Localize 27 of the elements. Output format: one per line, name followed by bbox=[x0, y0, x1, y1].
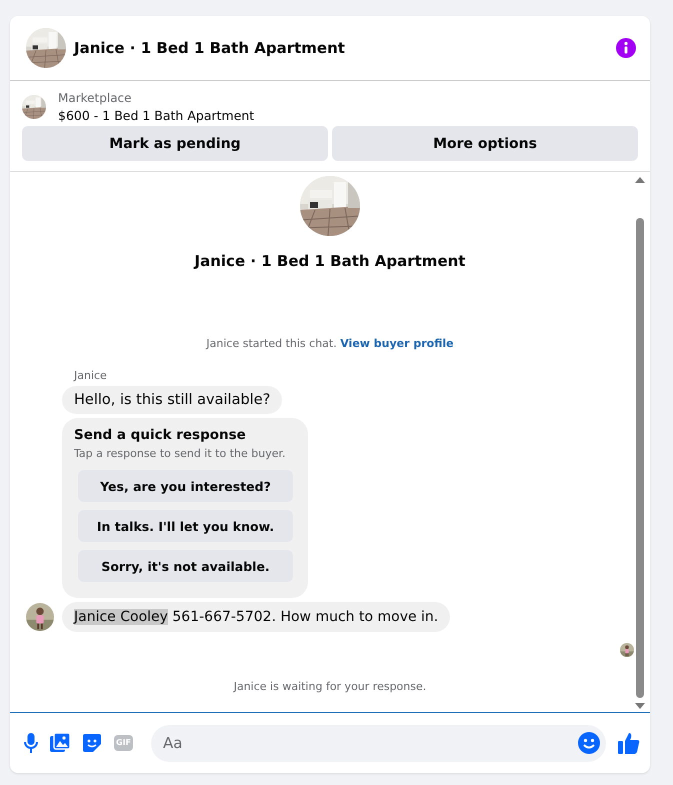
listing-title: $600 - 1 Bed 1 Bath Apartment bbox=[58, 108, 254, 123]
quick-response-button[interactable]: Yes, are you interested? bbox=[78, 470, 293, 502]
listing-action-button[interactable]: More options bbox=[332, 126, 638, 161]
message-input[interactable]: Aa bbox=[151, 724, 606, 762]
conversation-title: Janice · 1 Bed 1 Bath Apartment bbox=[194, 252, 466, 270]
quick-response-button[interactable]: Sorry, it's not available. bbox=[78, 550, 293, 582]
waiting-status: Janice is waiting for your response. bbox=[232, 680, 428, 693]
microphone-icon[interactable] bbox=[24, 733, 38, 753]
message-bubble: Janice Cooley 561-667-5702. How much to move in. bbox=[62, 602, 450, 632]
message-bubble: Hello, is this still available? bbox=[62, 386, 282, 414]
emoji-icon[interactable] bbox=[578, 732, 600, 754]
listing-source: Marketplace bbox=[58, 91, 133, 105]
chat-title: Janice · 1 Bed 1 Bath Apartment bbox=[74, 39, 346, 57]
chat-started-notice: Janice started this chat. View buyer profile bbox=[204, 337, 455, 350]
quick-response-button[interactable]: In talks. I'll let you know. bbox=[78, 510, 293, 542]
scrollbar-thumb[interactable] bbox=[636, 218, 644, 698]
listing-action-button[interactable]: Mark as pending bbox=[22, 126, 328, 161]
image-icon[interactable] bbox=[50, 733, 70, 753]
scroll-up-icon[interactable] bbox=[635, 176, 645, 184]
info-icon[interactable] bbox=[616, 38, 636, 58]
thumbs-up-icon[interactable] bbox=[618, 732, 640, 754]
view-profile-link[interactable]: View buyer profile bbox=[340, 337, 454, 350]
scroll-down-icon[interactable] bbox=[635, 702, 645, 710]
quick-response-title: Send a quick response bbox=[74, 427, 247, 443]
sticker-icon[interactable] bbox=[82, 733, 102, 753]
sender-name: Janice bbox=[74, 369, 108, 382]
quick-response-hint: Tap a response to send it to the buyer. bbox=[74, 447, 286, 460]
